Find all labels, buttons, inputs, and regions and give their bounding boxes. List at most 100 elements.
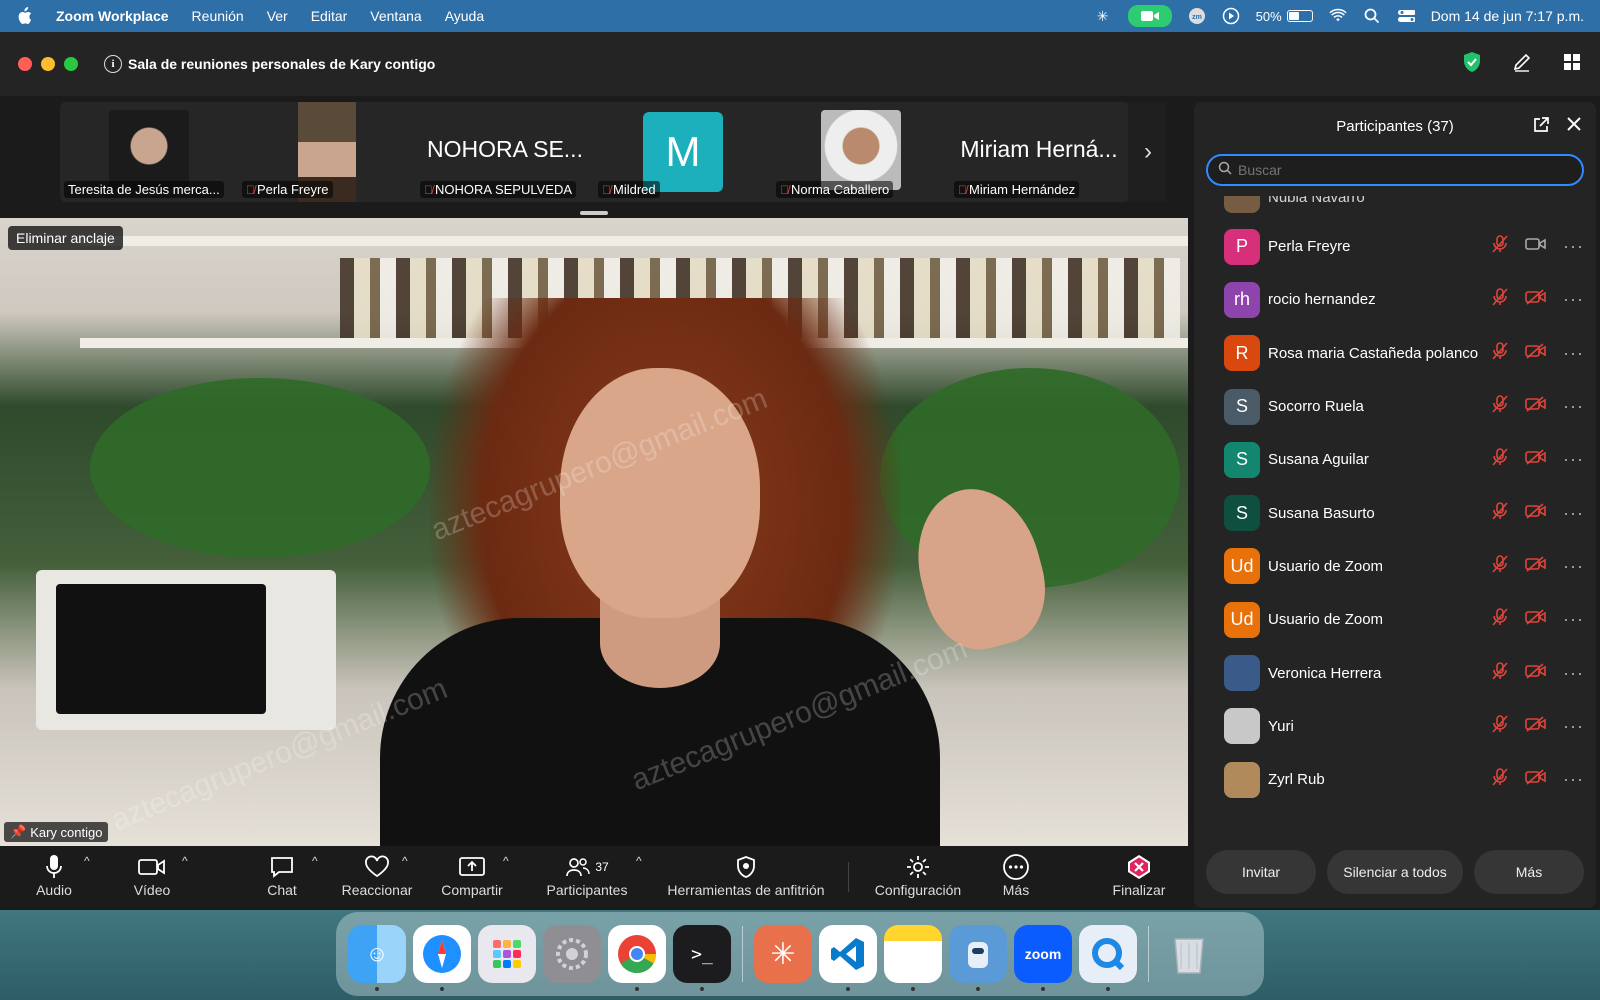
close-panel-icon[interactable] bbox=[1566, 116, 1582, 138]
participant-row[interactable]: rh rocio hernandez ··· bbox=[1194, 273, 1596, 326]
menu-reunion[interactable]: Reunión bbox=[192, 8, 244, 24]
video-off-icon[interactable] bbox=[1525, 609, 1547, 630]
close-window-button[interactable] bbox=[18, 57, 32, 71]
quicktime-icon[interactable] bbox=[1079, 925, 1137, 991]
video-off-icon[interactable] bbox=[1525, 556, 1547, 577]
menu-editar[interactable]: Editar bbox=[311, 8, 348, 24]
row-more-icon[interactable]: ··· bbox=[1563, 289, 1584, 310]
host-tools-button[interactable]: Herramientas de anfitrión bbox=[664, 852, 828, 898]
mute-all-button[interactable]: Silenciar a todos bbox=[1327, 850, 1463, 894]
mic-muted-icon[interactable] bbox=[1491, 234, 1509, 259]
info-icon[interactable]: i bbox=[104, 55, 122, 73]
video-button[interactable]: Vídeo bbox=[126, 852, 178, 898]
participant-row[interactable]: Ud Usuario de Zoom ··· bbox=[1194, 593, 1596, 646]
safari-icon[interactable] bbox=[413, 925, 471, 991]
system-settings-icon[interactable] bbox=[543, 925, 601, 983]
participant-row[interactable]: Yuri ··· bbox=[1194, 700, 1596, 753]
row-more-icon[interactable]: ··· bbox=[1563, 769, 1584, 790]
app-name-menu[interactable]: Zoom Workplace bbox=[56, 8, 169, 24]
mic-muted-icon[interactable] bbox=[1491, 607, 1509, 632]
unpin-button[interactable]: Eliminar anclaje bbox=[8, 226, 123, 250]
mic-muted-icon[interactable] bbox=[1491, 341, 1509, 366]
row-more-icon[interactable]: ··· bbox=[1563, 503, 1584, 524]
play-icon[interactable] bbox=[1222, 7, 1240, 25]
claude-status-icon[interactable]: ✳ bbox=[1094, 7, 1112, 25]
fullscreen-window-button[interactable] bbox=[64, 57, 78, 71]
video-options-caret[interactable]: ^ bbox=[182, 854, 188, 868]
participant-row[interactable]: P Perla Freyre ··· bbox=[1194, 220, 1596, 273]
thumbnail-nohora[interactable]: NOHORA SE... 🎙̸ NOHORA SEPULVEDA bbox=[416, 102, 594, 202]
participants-options-caret[interactable]: ^ bbox=[636, 854, 642, 868]
share-options-caret[interactable]: ^ bbox=[503, 854, 509, 868]
video-off-icon[interactable] bbox=[1525, 289, 1547, 310]
row-more-icon[interactable]: ··· bbox=[1563, 343, 1584, 364]
row-more-icon[interactable]: ··· bbox=[1563, 716, 1584, 737]
react-options-caret[interactable]: ^ bbox=[402, 854, 408, 868]
participant-row-partial[interactable]: Nubia Navarro bbox=[1224, 196, 1365, 214]
thumbnail-teresita[interactable]: Teresita de Jesús merca... bbox=[60, 102, 238, 202]
strip-resize-handle[interactable] bbox=[580, 211, 608, 215]
mic-muted-icon[interactable] bbox=[1491, 394, 1509, 419]
popout-icon[interactable] bbox=[1532, 116, 1550, 138]
mic-muted-icon[interactable] bbox=[1491, 767, 1509, 792]
vscode-icon[interactable] bbox=[819, 925, 877, 991]
wifi-icon[interactable] bbox=[1329, 7, 1347, 25]
participant-row[interactable]: Veronica Herrera ··· bbox=[1194, 646, 1596, 699]
video-off-icon[interactable] bbox=[1525, 716, 1547, 737]
share-screen-button[interactable]: Compartir bbox=[438, 852, 506, 898]
panel-more-button[interactable]: Más bbox=[1474, 850, 1584, 894]
audio-options-caret[interactable]: ^ bbox=[84, 854, 90, 868]
chrome-icon[interactable] bbox=[608, 925, 666, 991]
mic-muted-icon[interactable] bbox=[1491, 661, 1509, 686]
next-thumbnails-button[interactable]: › bbox=[1130, 102, 1166, 202]
thumbnail-mildred[interactable]: M 🎙̸ Mildred bbox=[594, 102, 772, 202]
finder-icon[interactable]: ☺ bbox=[348, 925, 406, 991]
zoom-icon[interactable]: zoom bbox=[1014, 925, 1072, 991]
terminal-icon[interactable]: >_ bbox=[673, 925, 731, 991]
invite-button[interactable]: Invitar bbox=[1206, 850, 1316, 894]
menu-ventana[interactable]: Ventana bbox=[370, 8, 421, 24]
apple-icon[interactable] bbox=[16, 7, 34, 25]
view-grid-icon[interactable] bbox=[1562, 52, 1582, 77]
security-shield-icon[interactable] bbox=[1462, 51, 1482, 78]
video-off-icon[interactable] bbox=[1525, 662, 1547, 684]
main-speaker-video[interactable]: aztecagrupero@gmail.com aztecagrupero@gm… bbox=[0, 218, 1188, 846]
minimize-window-button[interactable] bbox=[41, 57, 55, 71]
participant-row[interactable]: S Susana Aguilar ··· bbox=[1194, 433, 1596, 486]
row-more-icon[interactable]: ··· bbox=[1563, 396, 1584, 417]
settings-button[interactable]: Configuración bbox=[872, 852, 964, 898]
trash-icon[interactable] bbox=[1160, 925, 1218, 983]
menubar-clock[interactable]: Dom 14 de jun 7:17 p.m. bbox=[1431, 8, 1584, 24]
app-icon[interactable] bbox=[949, 925, 1007, 991]
video-off-icon[interactable] bbox=[1525, 769, 1547, 790]
thumbnail-norma[interactable]: 🎙̸ Norma Caballero bbox=[772, 102, 950, 202]
more-button[interactable]: Más bbox=[990, 852, 1042, 898]
menu-ver[interactable]: Ver bbox=[267, 8, 288, 24]
mic-muted-icon[interactable] bbox=[1491, 714, 1509, 739]
row-more-icon[interactable]: ··· bbox=[1563, 663, 1584, 684]
video-on-icon[interactable] bbox=[1525, 236, 1547, 257]
control-center-icon[interactable] bbox=[1397, 7, 1415, 25]
search-icon[interactable] bbox=[1363, 7, 1381, 25]
row-more-icon[interactable]: ··· bbox=[1563, 609, 1584, 630]
thumbnail-miriam[interactable]: Miriam Herná... 🎙̸ Miriam Hernández bbox=[950, 102, 1128, 202]
battery-status[interactable]: 50% bbox=[1256, 9, 1313, 24]
video-off-icon[interactable] bbox=[1525, 503, 1547, 524]
participant-search[interactable] bbox=[1206, 154, 1584, 186]
end-meeting-button[interactable]: Finalizar bbox=[1108, 852, 1170, 898]
thumbnail-perla[interactable]: 🎙̸ Perla Freyre bbox=[238, 102, 416, 202]
video-off-icon[interactable] bbox=[1525, 396, 1547, 417]
mic-muted-icon[interactable] bbox=[1491, 447, 1509, 472]
video-off-icon[interactable] bbox=[1525, 343, 1547, 364]
chat-options-caret[interactable]: ^ bbox=[312, 854, 318, 868]
row-more-icon[interactable]: ··· bbox=[1563, 449, 1584, 470]
launchpad-icon[interactable] bbox=[478, 925, 536, 983]
participant-row[interactable]: Ud Usuario de Zoom ··· bbox=[1194, 540, 1596, 593]
mic-muted-icon[interactable] bbox=[1491, 501, 1509, 526]
mic-muted-icon[interactable] bbox=[1491, 554, 1509, 579]
annotate-pencil-icon[interactable] bbox=[1512, 52, 1532, 77]
claude-icon[interactable]: ✳ bbox=[754, 925, 812, 983]
mic-muted-icon[interactable] bbox=[1491, 287, 1509, 312]
participant-row[interactable]: S Susana Basurto ··· bbox=[1194, 486, 1596, 539]
row-more-icon[interactable]: ··· bbox=[1563, 556, 1584, 577]
